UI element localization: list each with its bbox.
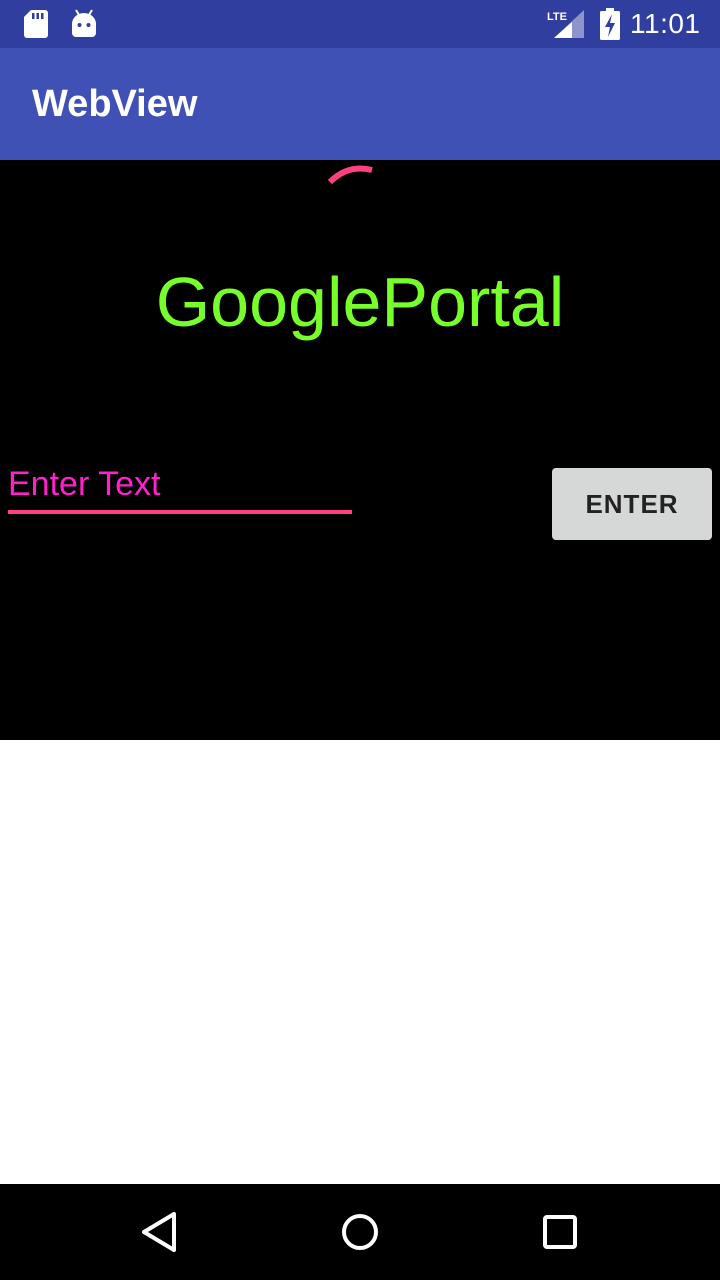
sd-card-icon xyxy=(24,10,48,38)
lte-signal-icon: LTE xyxy=(547,10,584,38)
app-bar: WebView xyxy=(0,48,720,160)
back-icon[interactable] xyxy=(136,1208,184,1256)
status-clock: 11:01 xyxy=(630,8,701,39)
recents-icon[interactable] xyxy=(536,1208,584,1256)
app-title: WebView xyxy=(32,83,198,125)
navigation-bar xyxy=(0,1184,720,1280)
portal-heading: GooglePortal xyxy=(155,263,565,341)
enter-button[interactable]: ENTER xyxy=(552,468,712,540)
webview-content: GooglePortal ENTER xyxy=(0,160,720,740)
text-input[interactable] xyxy=(8,458,352,514)
battery-charging-icon xyxy=(600,8,620,40)
svg-text:LTE: LTE xyxy=(547,11,567,23)
screen: LTE 11:01 WebView GooglePortal ENTER xyxy=(0,0,720,1280)
home-icon[interactable] xyxy=(336,1208,384,1256)
status-bar: LTE 11:01 xyxy=(0,0,720,48)
android-icon xyxy=(72,9,96,37)
loading-spinner-icon xyxy=(327,165,373,185)
